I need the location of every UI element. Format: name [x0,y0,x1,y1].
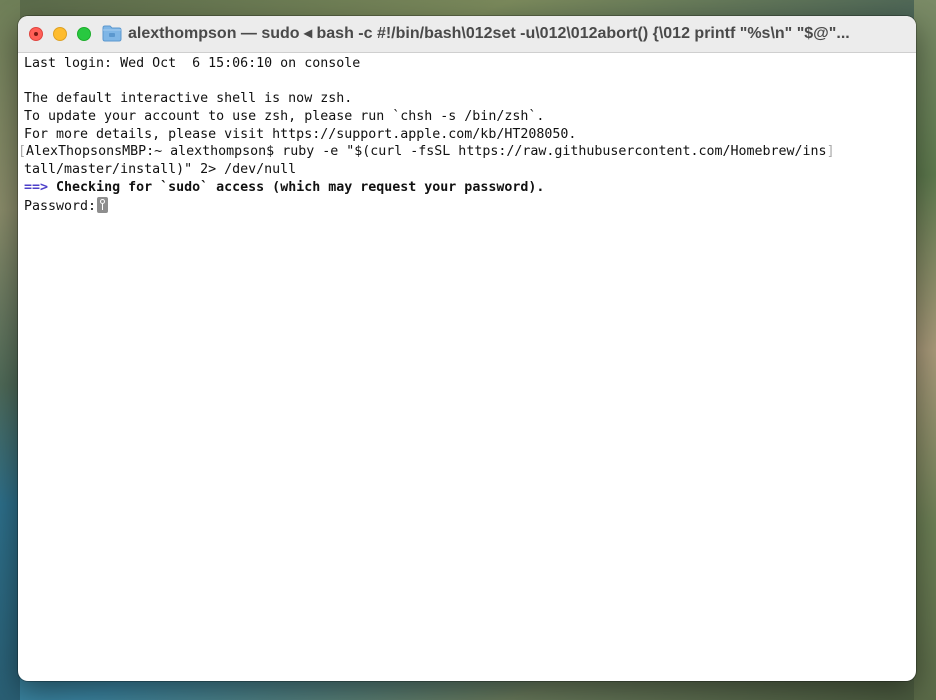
sudo-check-line: ==> Checking for `sudo` access (which ma… [24,179,910,197]
chsh-hint-line: To update your account to use zsh, pleas… [24,109,545,125]
maximize-icon[interactable] [77,27,91,41]
bracket-right: ] [826,144,835,160]
last-login-line: Last login: Wed Oct 6 15:06:10 on consol… [24,56,361,71]
minimize-icon[interactable] [53,27,67,41]
desktop-wallpaper-right [914,0,936,700]
sudo-check-text: Checking for `sudo` access (which may re… [48,179,545,195]
title-bar[interactable]: alexthompson — sudo ◂ bash -c #!/bin/bas… [18,16,916,53]
close-icon[interactable] [29,27,43,41]
zsh-notice-line: The default interactive shell is now zsh… [24,91,353,107]
desktop-wallpaper-left [0,0,20,700]
arrow-marker: ==> [24,179,49,195]
bracket-left: [ [18,144,27,160]
command-line: [AlexThopsonsMBP:~ alexthompson$ ruby -e… [18,143,910,161]
details-line: For more details, please visit https://s… [24,126,577,142]
key-cursor-icon[interactable] [97,196,109,213]
password-prompt-line[interactable]: Password: [24,196,910,215]
password-prompt: Password: [24,198,97,214]
folder-icon [102,25,122,42]
terminal-window: alexthompson — sudo ◂ bash -c #!/bin/bas… [18,16,916,681]
window-title: alexthompson — sudo ◂ bash -c #!/bin/bas… [128,25,850,42]
command-wrap-line: tall/master/install)" 2> /dev/null [24,162,297,178]
terminal-output[interactable]: Last login: Wed Oct 6 15:06:10 on consol… [18,53,916,681]
command-text: AlexThopsonsMBP:~ alexthompson$ ruby -e … [26,144,827,160]
